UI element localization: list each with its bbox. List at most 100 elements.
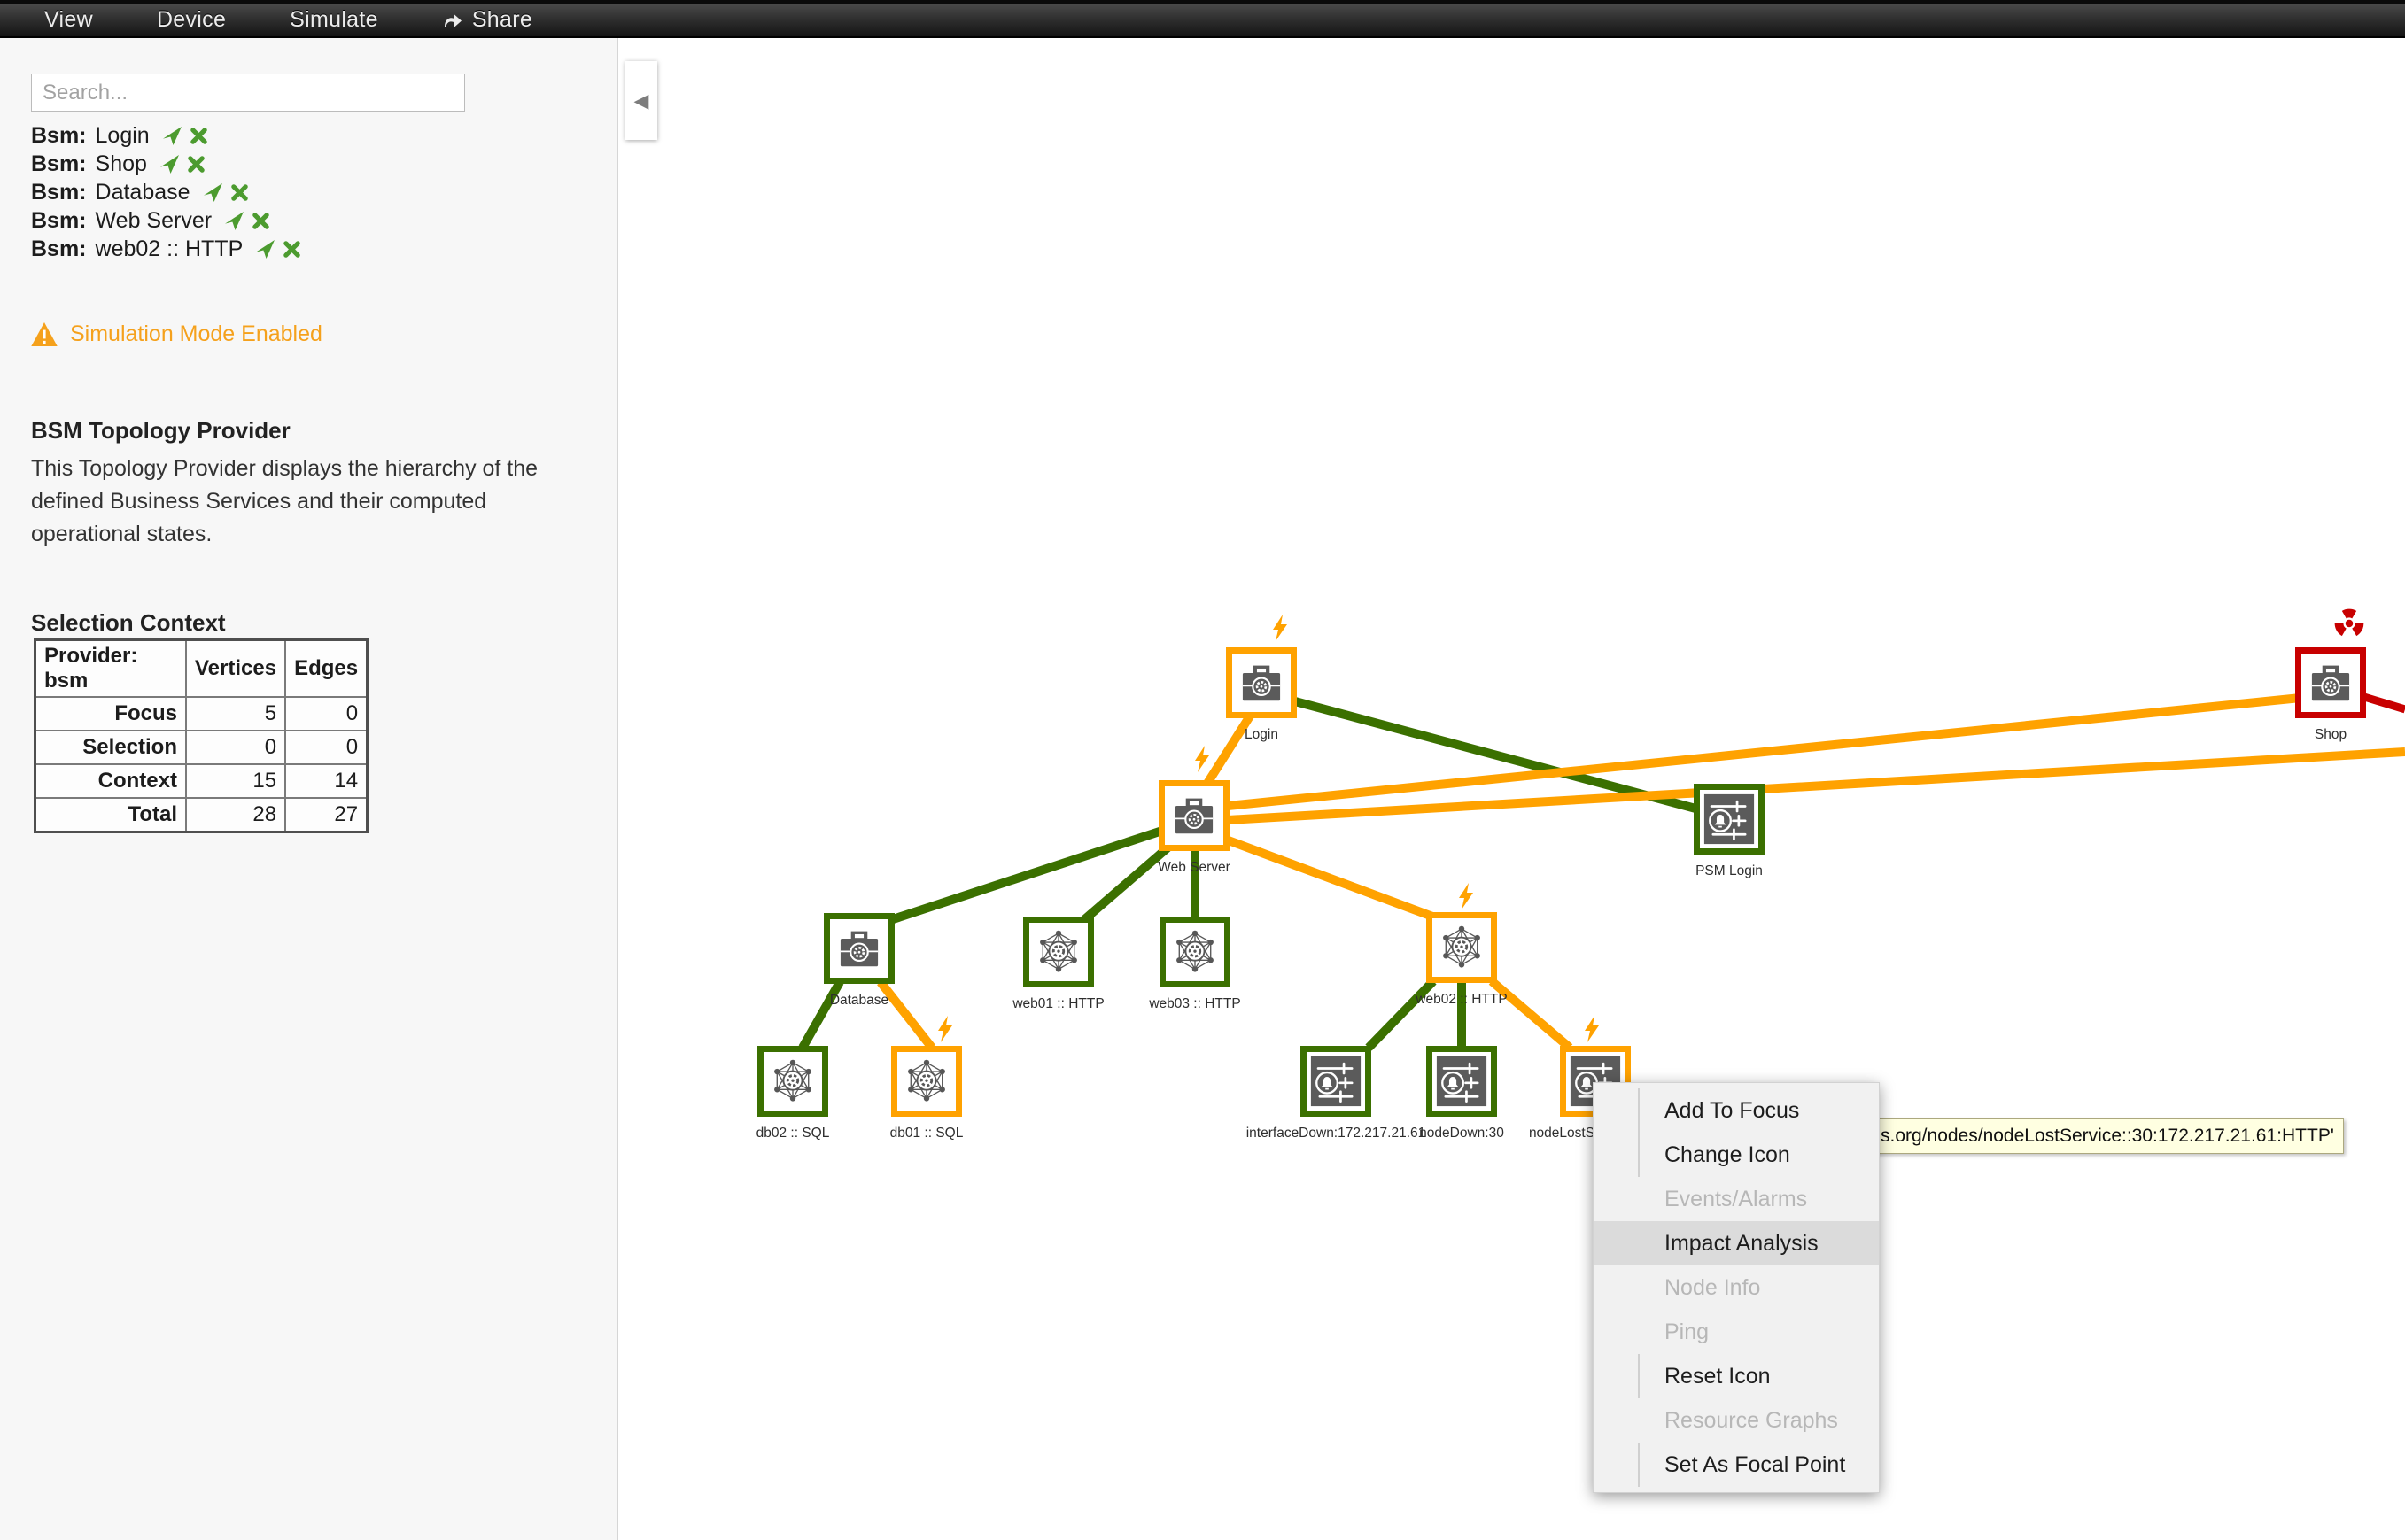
lightning-bolt-icon [1192,746,1212,777]
node-db02-sql[interactable] [757,1046,828,1117]
locate-vertex-icon[interactable] [159,154,180,174]
sidebar-collapse-button[interactable]: ◀ [625,61,657,140]
selection-context-title: Selection Context [31,609,226,637]
locate-vertex-icon[interactable] [255,239,275,259]
sidebar-panel: Bsm:LoginBsm:ShopBsm:DatabaseBsm:Web Ser… [0,38,618,1540]
lightning-bolt-icon [935,1016,955,1047]
node-label-db01-sql: db01 :: SQL [785,1126,1068,1141]
node-web-server[interactable] [1159,780,1230,851]
selection-context-col-header: Provider: bsm [35,640,187,698]
node-psm-login[interactable] [1694,784,1765,855]
selection-context-row: Total2827 [35,798,368,832]
focus-item-shop: Bsm:Shop [31,150,308,178]
topology-edge [1226,840,1435,917]
node-database[interactable] [824,913,895,984]
focus-item-prefix: Bsm: [31,236,87,262]
selection-context-row-label: Total [35,798,187,832]
business-service-icon [2307,659,2355,707]
selection-context-edges: 0 [285,731,368,764]
node-web03-http[interactable] [1160,917,1230,987]
context-menu-item-events-alarms: Events/Alarms [1594,1177,1879,1221]
node-context-menu: Add To FocusChange IconEvents/AlarmsImpa… [1593,1082,1880,1493]
ip-service-icon [769,1057,817,1105]
selection-context-row: Focus50 [35,697,368,731]
selection-context-row: Context1514 [35,764,368,798]
focus-item-prefix: Bsm: [31,180,87,205]
selection-context-edges: 27 [285,798,368,832]
context-menu-item-resource-graphs: Resource Graphs [1594,1398,1879,1443]
selection-context-vertices: 0 [186,731,285,764]
selection-context-row-label: Focus [35,697,187,731]
search-input[interactable] [31,74,465,112]
selection-context-vertices: 5 [186,697,285,731]
selection-context-header-row: Provider: bsmVerticesEdges [35,640,368,698]
provider-title: BSM Topology Provider [31,417,291,445]
remove-from-focus-icon[interactable] [187,155,206,174]
focus-item-prefix: Bsm: [31,151,87,177]
business-service-icon [1237,659,1285,707]
menu-item-device[interactable]: Device [157,7,226,33]
topology-edge [2364,697,2405,709]
focus-item-web-server: Bsm:Web Server [31,206,308,235]
ip-service-icon [1035,928,1082,976]
chevron-left-icon: ◀ [634,89,649,112]
focus-item-login: Bsm:Login [31,121,308,150]
context-menu-item-node-info: Node Info [1594,1265,1879,1310]
tooltip-text: s.org/nodes/nodeLostService::30:172.217.… [1881,1126,2334,1147]
selection-context-col-header: Vertices [186,640,285,698]
remove-from-focus-icon[interactable] [252,212,270,230]
locate-vertex-icon[interactable] [162,126,182,146]
node-db01-sql[interactable] [891,1046,962,1117]
menu-item-view[interactable]: View [44,7,93,33]
locate-vertex-icon[interactable] [224,211,244,231]
share-arrow-icon [442,11,463,30]
selection-context-edges: 14 [285,764,368,798]
reduction-key-icon [1310,1056,1362,1107]
context-menu-item-set-as-focal-point[interactable]: Set As Focal Point [1594,1443,1879,1487]
business-service-icon [835,925,883,972]
menu-item-label: Device [157,7,226,33]
warning-icon [31,322,58,346]
focus-item-name: web02 :: HTTP [96,236,244,262]
menu-item-label: Share [472,7,532,33]
topology-edge [1295,701,1699,809]
topology-edge [1206,715,1251,785]
menu-item-simulate[interactable]: Simulate [290,7,378,33]
ip-service-icon [903,1057,950,1105]
context-menu-item-add-to-focus[interactable]: Add To Focus [1594,1088,1879,1133]
ip-service-icon [1171,928,1219,976]
node-web01-http[interactable] [1023,917,1094,987]
provider-description: This Topology Provider displays the hier… [31,453,585,551]
node-tooltip: s.org/nodes/nodeLostService::30:172.217.… [1871,1118,2344,1154]
node-login[interactable] [1226,647,1297,718]
context-menu-item-change-icon[interactable]: Change Icon [1594,1133,1879,1177]
selection-context-table: Provider: bsmVerticesEdges Focus50Select… [34,638,369,833]
selection-context-row-label: Selection [35,731,187,764]
locate-vertex-icon[interactable] [203,182,223,203]
node-label-web03-http: web03 :: HTTP [1053,996,1337,1012]
remove-from-focus-icon[interactable] [230,183,249,202]
context-menu-item-reset-icon[interactable]: Reset Icon [1594,1354,1879,1398]
lightning-bolt-icon [1270,615,1290,646]
node-node-down[interactable] [1426,1046,1497,1117]
reduction-key-icon [1436,1056,1487,1107]
remove-from-focus-icon[interactable] [283,240,301,259]
node-shop[interactable] [2295,647,2366,718]
simulation-mode-text: Simulation Mode Enabled [70,321,322,347]
reduction-key-icon [1703,793,1755,845]
radiation-icon [2333,607,2365,644]
selection-context-vertices: 28 [186,798,285,832]
business-service-icon [1170,792,1218,840]
selection-context-vertices: 15 [186,764,285,798]
node-label-web-server: Web Server [1052,860,1336,876]
focus-vertex-list: Bsm:LoginBsm:ShopBsm:DatabaseBsm:Web Ser… [31,121,308,263]
focus-item-database: Bsm:Database [31,178,308,206]
remove-from-focus-icon[interactable] [190,127,208,145]
context-menu-item-impact-analysis[interactable]: Impact Analysis [1594,1221,1879,1265]
selection-context-row-label: Context [35,764,187,798]
node-interface-down[interactable] [1300,1046,1371,1117]
node-web02-http[interactable] [1426,912,1497,983]
menu-item-share[interactable]: Share [442,7,532,33]
node-label-web02-http: web02 :: HTTP [1320,992,1603,1008]
topology-edge [1228,752,2405,820]
